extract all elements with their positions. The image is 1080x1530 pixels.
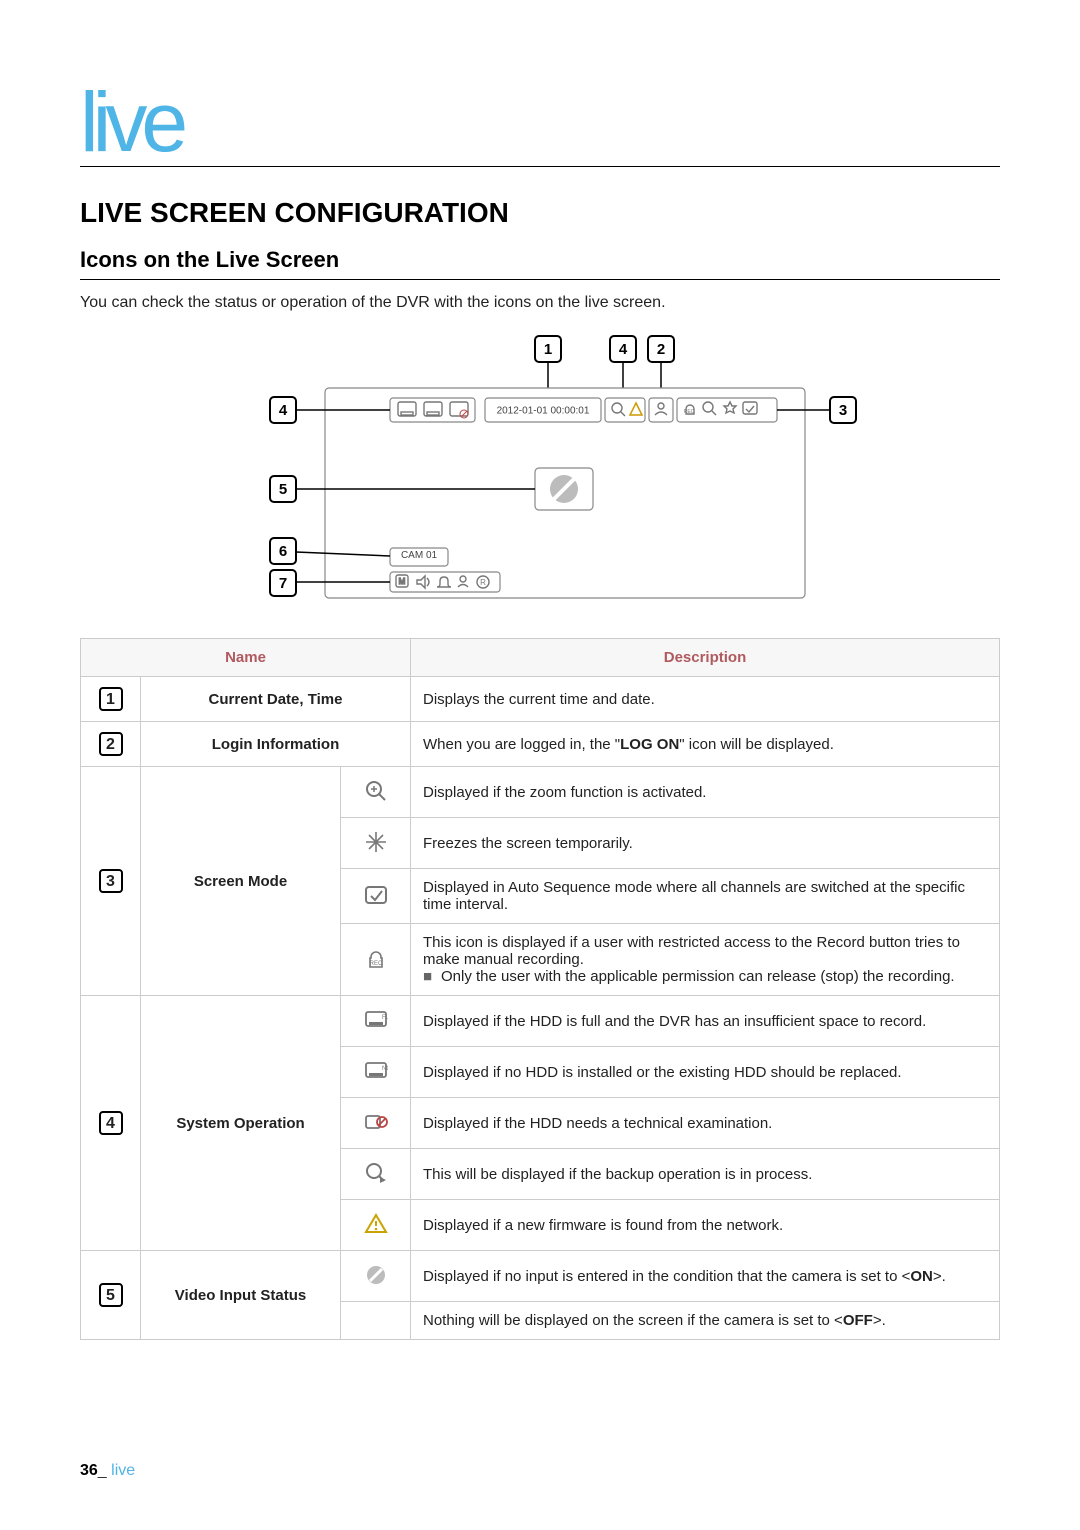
row-description: Freezes the screen temporarily. bbox=[411, 818, 1000, 869]
hdd-none-icon: NO bbox=[341, 1047, 411, 1098]
diagram-cam-label: CAM 01 bbox=[401, 550, 438, 561]
section-title: LIVE SCREEN CONFIGURATION bbox=[80, 197, 1000, 229]
row-description: Nothing will be displayed on the screen … bbox=[411, 1302, 1000, 1340]
diagram-callout-3: 3 bbox=[839, 402, 847, 419]
page-footer: 36_ live bbox=[80, 1462, 135, 1480]
sub-section-title: Icons on the Live Screen bbox=[80, 247, 1000, 280]
intro-text: You can check the status or operation of… bbox=[80, 294, 1000, 312]
page-header: live bbox=[80, 80, 1000, 164]
row-description: Displayed if no input is entered in the … bbox=[411, 1251, 1000, 1302]
svg-text:M: M bbox=[399, 577, 406, 586]
svg-text:NO: NO bbox=[382, 1066, 388, 1072]
row-description: Displayed if no HDD is installed or the … bbox=[411, 1047, 1000, 1098]
firmware-icon bbox=[341, 1200, 411, 1251]
diagram-callout-2: 2 bbox=[657, 341, 665, 358]
svg-text:REC: REC bbox=[684, 409, 695, 415]
svg-text:REC: REC bbox=[369, 961, 382, 967]
row-description: Displayed if the zoom function is activa… bbox=[411, 767, 1000, 818]
row-number: 4 bbox=[81, 996, 141, 1251]
table-row: 4System OperationFULLDisplayed if the HD… bbox=[81, 996, 1000, 1047]
row-description: Displayed in Auto Sequence mode where al… bbox=[411, 869, 1000, 924]
diagram-date-time: 2012-01-01 00:00:01 bbox=[497, 406, 590, 417]
rec-lock-icon: REC bbox=[341, 924, 411, 996]
zoom-icon bbox=[341, 767, 411, 818]
diagram-callout-7: 7 bbox=[279, 575, 287, 592]
table-row: 3Screen ModeDisplayed if the zoom functi… bbox=[81, 767, 1000, 818]
diagram-callout-5: 5 bbox=[279, 481, 287, 498]
row-description: Displayed if the HDD is full and the DVR… bbox=[411, 996, 1000, 1047]
diagram-callout-1: 1 bbox=[544, 341, 552, 358]
row-number: 3 bbox=[81, 767, 141, 996]
row-name: Video Input Status bbox=[141, 1251, 341, 1340]
freeze-icon bbox=[341, 818, 411, 869]
row-description: Displays the current time and date. bbox=[411, 677, 1000, 722]
row-description: Displayed if a new firmware is found fro… bbox=[411, 1200, 1000, 1251]
hdd-tech-icon bbox=[341, 1098, 411, 1149]
row-description: When you are logged in, the "LOG ON" ico… bbox=[411, 722, 1000, 767]
hdd-full-icon: FULL bbox=[341, 996, 411, 1047]
row-description: This icon is displayed if a user with re… bbox=[411, 924, 1000, 996]
diagram-callout-6: 6 bbox=[279, 543, 287, 560]
row-description: This will be displayed if the backup ope… bbox=[411, 1149, 1000, 1200]
empty-icon-cell bbox=[341, 1302, 411, 1340]
row-name: Login Information bbox=[141, 722, 411, 767]
no-input-icon bbox=[341, 1251, 411, 1302]
sequence-icon bbox=[341, 869, 411, 924]
header-divider bbox=[80, 166, 1000, 167]
diagram-callout-4-left: 4 bbox=[279, 402, 288, 419]
row-number: 2 bbox=[81, 722, 141, 767]
svg-text:FULL: FULL bbox=[382, 1015, 388, 1021]
row-name: Screen Mode bbox=[141, 767, 341, 996]
table-row: 5Video Input StatusDisplayed if no input… bbox=[81, 1251, 1000, 1302]
live-screen-diagram: .box { fill: #fff; stroke: #888; stroke-… bbox=[190, 328, 890, 618]
row-number: 1 bbox=[81, 677, 141, 722]
table-head-desc: Description bbox=[411, 639, 1000, 677]
svg-text:R: R bbox=[480, 578, 486, 587]
diagram-callout-4-top: 4 bbox=[619, 341, 628, 358]
row-number: 5 bbox=[81, 1251, 141, 1340]
table-row: 1Current Date, TimeDisplays the current … bbox=[81, 677, 1000, 722]
table-row: 2Login InformationWhen you are logged in… bbox=[81, 722, 1000, 767]
table-head-name: Name bbox=[81, 639, 411, 677]
row-description: Displayed if the HDD needs a technical e… bbox=[411, 1098, 1000, 1149]
backup-icon bbox=[341, 1149, 411, 1200]
row-name: Current Date, Time bbox=[141, 677, 411, 722]
icon-reference-table: Name Description 1Current Date, TimeDisp… bbox=[80, 638, 1000, 1340]
row-note: ■Only the user with the applicable permi… bbox=[423, 968, 987, 985]
row-name: System Operation bbox=[141, 996, 341, 1251]
